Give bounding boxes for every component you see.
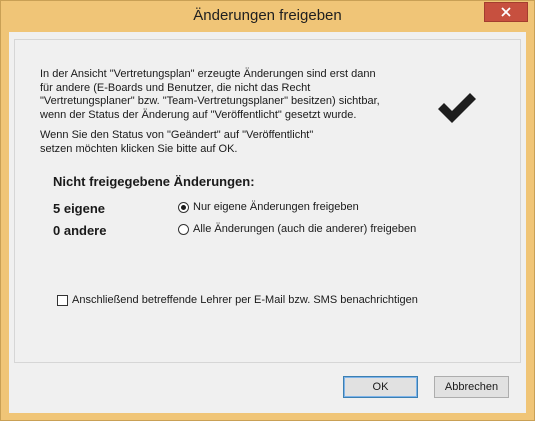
info-line: "Vertretungsplaner" bzw. "Team-Vertretun…: [40, 95, 380, 107]
ok-button[interactable]: OK: [343, 376, 418, 398]
notify-label: Anschließend betreffende Lehrer per E-Ma…: [72, 294, 418, 306]
other-changes-count: 0 andere: [53, 223, 107, 238]
radio-button-unchecked[interactable]: [178, 223, 189, 235]
info-line: In der Ansicht "Vertretungsplan" erzeugt…: [40, 68, 376, 80]
content-panel: In der Ansicht "Vertretungsplan" erzeugt…: [14, 39, 521, 363]
dialog-client-area: In der Ansicht "Vertretungsplan" erzeugt…: [9, 32, 526, 413]
own-changes-count: 5 eigene: [53, 201, 106, 216]
close-icon: [501, 7, 511, 17]
checkmark-icon: [438, 93, 476, 123]
title-bar[interactable]: Änderungen freigeben: [1, 1, 534, 31]
info-line: setzen möchten klicken Sie bitte auf OK.: [40, 142, 238, 155]
info-line: wenn der Status der Änderung auf "Veröff…: [40, 108, 357, 121]
info-line: Wenn Sie den Status von "Geändert" auf "…: [40, 129, 314, 141]
radio-own-label: Nur eigene Änderungen freigeben: [193, 201, 359, 213]
info-text: In der Ansicht "Vertretungsplan" erzeugt…: [40, 68, 420, 163]
section-title: Nicht freigegebene Änderungen:: [53, 174, 255, 189]
info-paragraph-2: Wenn Sie den Status von "Geändert" auf "…: [40, 129, 420, 156]
close-button[interactable]: [484, 2, 528, 22]
info-line: für andere (E-Boards und Benutzer, die n…: [40, 81, 311, 94]
radio-all-changes[interactable]: Alle Änderungen (auch die anderer) freig…: [178, 223, 416, 235]
window-title: Änderungen freigeben: [193, 7, 342, 24]
info-paragraph-1: In der Ansicht "Vertretungsplan" erzeugt…: [40, 68, 420, 122]
notify-teachers-checkbox[interactable]: Anschließend betreffende Lehrer per E-Ma…: [57, 294, 418, 306]
dialog-window: Änderungen freigeben In der Ansicht "Ver…: [0, 0, 535, 421]
radio-button-checked[interactable]: [178, 201, 189, 213]
checkbox-box[interactable]: [57, 294, 68, 306]
cancel-button[interactable]: Abbrechen: [434, 376, 509, 398]
radio-own-changes[interactable]: Nur eigene Änderungen freigeben: [178, 201, 359, 213]
radio-all-label: Alle Änderungen (auch die anderer) freig…: [193, 223, 417, 235]
